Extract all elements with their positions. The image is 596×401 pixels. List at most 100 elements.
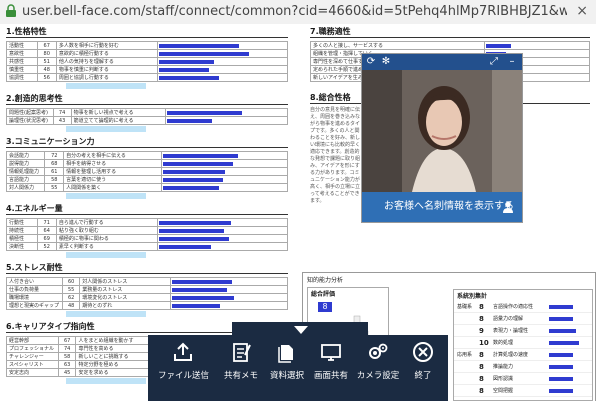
highlight-stripe xyxy=(66,378,146,384)
trait-bar xyxy=(162,154,238,158)
camera-gear-icon xyxy=(369,343,388,359)
trait-score: 74 xyxy=(52,108,72,117)
trait-bar xyxy=(158,221,231,225)
collapse-arrow-icon[interactable] xyxy=(294,326,308,334)
trait-bar xyxy=(171,304,220,308)
category-score: 8 xyxy=(479,374,484,383)
table-row: 意欲性 80 意欲的に積極行動する xyxy=(6,49,289,58)
job-bar xyxy=(486,44,512,48)
trait-bar-cell xyxy=(169,301,289,310)
shared-memo-button[interactable]: 共有メモ xyxy=(216,341,266,395)
trait-bar xyxy=(158,68,209,72)
trait-name: チャレンジャー xyxy=(6,352,59,361)
table-row: 決断性 52 素早く判断する xyxy=(6,242,289,251)
trait-bar xyxy=(162,170,225,174)
category-desc: 図形認識 xyxy=(493,376,514,382)
url-text[interactable]: user.bell-face.com/staff/connect/common?… xyxy=(22,2,567,22)
summary-text: 自分の意見を明確に伝え、周囲を巻き込みながら物事を進めるタイプです。多くの人と関… xyxy=(310,107,361,204)
trait-score: 67 xyxy=(57,336,77,345)
trait-bar-cell xyxy=(165,116,288,125)
overall-score: 8 xyxy=(318,302,332,312)
section-table: 行動性 71 自ら進んで行動する 持続性 64 粘り強く取り組む 積極性 69 積極的に物事に関… xyxy=(6,218,289,251)
file-send-label: ファイル送信 xyxy=(158,371,210,381)
trait-score: 63 xyxy=(57,360,77,369)
trait-description: 意欲的に積極行動する xyxy=(55,49,158,58)
trait-name: 共感性 xyxy=(6,57,38,66)
section-title: 3.コミュニケーション力 xyxy=(6,136,288,148)
document-select-button[interactable]: 資料選択 xyxy=(262,341,312,395)
close-tab-icon[interactable]: × xyxy=(576,3,588,19)
trait-bar xyxy=(162,162,233,166)
trait-bar-cell xyxy=(160,175,289,184)
minimize-icon[interactable]: – xyxy=(506,56,518,68)
category-bar xyxy=(549,388,573,393)
trait-bar xyxy=(167,119,212,123)
memo-label: 共有メモ xyxy=(223,371,258,381)
trait-name: 慎重性 xyxy=(6,65,38,74)
trait-name: プロフェッショナル xyxy=(6,344,59,353)
screen-share-icon xyxy=(321,344,341,361)
trait-score: 71 xyxy=(36,218,57,227)
trait-bar xyxy=(158,44,239,48)
video-window[interactable]: ⟳ ✻ ⤢ – お客様へ名刺情報を表示する xyxy=(362,54,522,222)
trait-description: 対人関係のストレス xyxy=(79,277,171,286)
highlight-stripe xyxy=(66,252,146,258)
section-title: 4.エネルギー量 xyxy=(6,203,288,215)
table-row: 人付き合い 60 対人関係のストレス xyxy=(6,277,289,286)
trait-bar-cell xyxy=(156,242,289,251)
trait-description: 素早く判断する xyxy=(55,242,158,251)
trait-name: 情報処理能力 xyxy=(5,167,46,176)
table-row: 理想と現実のギャップ 48 期待とのずれ xyxy=(6,301,289,310)
category-score: 8 xyxy=(479,314,484,323)
trait-name: 行動性 xyxy=(6,218,38,227)
trait-bar xyxy=(167,111,242,115)
trait-name: 人付き合い xyxy=(6,277,63,286)
table-row: 多くの人と接し、サービスする xyxy=(309,41,590,50)
trait-description: 多人数を相手に行動を好む xyxy=(55,41,158,50)
highlight-stripe xyxy=(66,126,146,132)
trait-description: 物事を新しい視点で考える xyxy=(70,108,167,117)
show-business-card-button[interactable]: お客様へ名刺情報を表示する xyxy=(362,192,522,222)
trait-name: 安定志向 xyxy=(6,368,59,377)
trait-score: 60 xyxy=(61,277,81,286)
expand-icon[interactable]: ⤢ xyxy=(488,56,500,68)
category-title: 系統別集計 xyxy=(457,293,488,300)
end-label: 終了 xyxy=(414,371,432,381)
document-select-label: 資料選択 xyxy=(269,371,304,381)
gear-icon[interactable]: ✻ xyxy=(380,56,392,68)
table-row: 積極性 69 積極的に物事に関わる xyxy=(6,234,289,243)
trait-bar-cell xyxy=(156,65,289,74)
category-score: 8 xyxy=(479,302,484,311)
trait-description: 筋道立てて論理的に考える xyxy=(70,116,167,125)
category-bar xyxy=(549,340,579,345)
trait-name: 会話能力 xyxy=(5,151,46,160)
job-name: 多くの人と接し、サービスする xyxy=(309,41,486,50)
end-button[interactable]: 終了 xyxy=(398,341,448,395)
section-table: 人付き合い 60 対人関係のストレス 仕事の負荷量 55 業務量のストレス 職場環境 62 環境… xyxy=(6,277,289,310)
job-bar-cell xyxy=(484,41,590,50)
trait-description: 粘り強く取り組む xyxy=(55,226,158,235)
sync-icon[interactable]: ⟳ xyxy=(365,56,377,68)
category-bar xyxy=(549,364,573,369)
trait-description: 情報を整理し活用する xyxy=(63,167,162,176)
participant-video xyxy=(362,70,522,192)
memo-icon xyxy=(233,343,251,362)
trait-score: 80 xyxy=(36,49,57,58)
business-card-label: お客様へ名刺情報を表示する xyxy=(384,201,514,212)
trait-name: 言語能力 xyxy=(5,175,46,184)
trait-description: 積極的に物事に関わる xyxy=(55,234,158,243)
category-row: 8 語彙力の理解 xyxy=(454,313,592,325)
table-row: 職場環境 62 環境変化のストレス xyxy=(6,293,289,302)
category-rows: 基礎系 8 言語操作の適応性 8 語彙力の理解 9 表現力・論理性 10 数的処理 応用系 8 計算処… xyxy=(454,301,592,397)
camera-settings-button[interactable]: カメラ設定 xyxy=(353,341,403,395)
lock-icon xyxy=(6,4,16,17)
trait-bar-cell xyxy=(169,285,289,294)
trait-bar xyxy=(171,296,234,300)
table-row: 情報処理能力 61 情報を整理し活用する xyxy=(5,167,289,176)
table-row: 言語能力 58 言葉を適切に使う xyxy=(5,175,289,184)
trait-bar xyxy=(158,60,214,64)
file-send-button[interactable]: ファイル送信 xyxy=(158,341,210,395)
browser-address-bar[interactable]: user.bell-face.com/staff/connect/common?… xyxy=(0,0,596,25)
screen-share-button[interactable]: 画面共有 xyxy=(306,341,356,395)
category-label: 基礎系 xyxy=(457,304,473,310)
